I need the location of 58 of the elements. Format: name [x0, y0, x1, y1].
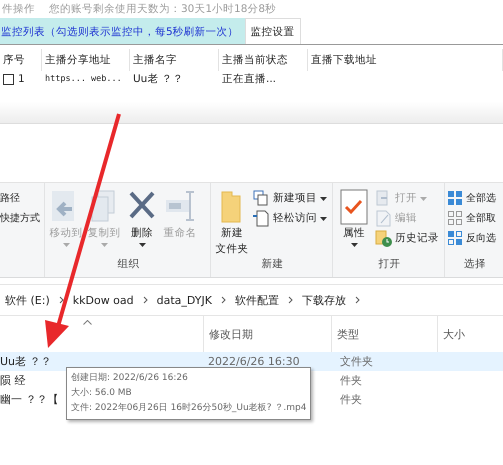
column-header[interactable]: 主播当前状态 — [219, 49, 308, 71]
button-label: 新建 — [221, 227, 243, 241]
ribbon-button[interactable]: 新建 文件夹 — [215, 189, 249, 257]
breadcrumb-item[interactable]: kkDow oad — [72, 294, 134, 306]
ribbon-button[interactable]: 全部选 — [447, 189, 496, 208]
breadcrumb-item[interactable]: 软件 (E:) — [5, 292, 50, 308]
button-label: 文件夹 — [216, 242, 248, 256]
ribbon-button[interactable]: 反向选 — [447, 229, 496, 248]
table-cell: https... web... — [45, 74, 122, 84]
table-cell: 正在直播... — [222, 72, 276, 86]
chevron-icon — [354, 296, 360, 304]
ribbon-button[interactable]: 删除 — [125, 189, 159, 257]
group-label: 选择 — [463, 257, 487, 272]
checkbox[interactable] — [3, 74, 14, 84]
table-cell: 文件夹 — [340, 355, 373, 368]
table-cell: Uu老 ？？ — [133, 72, 184, 86]
tooltip-text: 大小: 56.0 MB — [71, 386, 132, 400]
page-icon — [253, 210, 270, 227]
chevron-icon — [288, 296, 293, 304]
ribbon-button[interactable]: 历史记录 — [375, 229, 439, 248]
table-cell: Uu老 ？？ — [0, 355, 52, 368]
ribbon-button[interactable]: 新建项目 — [253, 189, 327, 208]
select-none-icon — [447, 210, 464, 227]
checklist-icon — [338, 189, 370, 225]
group-label: 新建 — [260, 257, 284, 272]
edit-icon — [375, 210, 392, 227]
column-header[interactable]: 序号 — [0, 49, 42, 71]
column-header[interactable]: 大小 — [438, 316, 503, 352]
table-cell: 2022/6/26 16:30 — [208, 355, 300, 368]
chevron-icon — [220, 296, 226, 304]
invert-selection-icon — [447, 230, 464, 247]
breadcrumb-item[interactable]: 软件配置 — [234, 292, 279, 308]
tab[interactable]: 监控设置 — [244, 18, 301, 44]
history-icon — [375, 230, 392, 247]
chevron-icon — [58, 296, 64, 304]
sort-caret-icon — [83, 320, 92, 325]
ribbon-button[interactable]: 快捷方式 — [0, 209, 40, 228]
ribbon-button[interactable]: 轻松访问 — [253, 209, 327, 228]
column-header[interactable]: 直播下载地址 — [308, 49, 503, 71]
ribbon-button[interactable]: 全部取 — [447, 209, 496, 228]
account-info: 您的账号剩余使用天数为：30天1小时18分8秒 — [49, 2, 276, 16]
new-item-icon — [253, 190, 270, 207]
address-bar[interactable]: 软件 (E:) kkDow oad data_DYJK 软件配置 下载存放 — [0, 284, 503, 316]
column-header[interactable]: 主播分享地址 — [42, 49, 130, 71]
tooltip-text: 创建日期: 2022/6/26 16:26 — [71, 372, 188, 385]
chevron-icon — [142, 296, 148, 304]
ribbon-button[interactable]: 路径 — [0, 189, 40, 208]
ribbon-button[interactable]: 属性 — [337, 189, 371, 257]
tooltip-text: 文件: 2022年06月26日 16时26分50秒_Uu老板? ？.mp4 — [71, 402, 306, 415]
select-all-icon — [447, 190, 464, 207]
group-label: 打开 — [378, 257, 402, 272]
table-cell: 1 — [18, 73, 25, 85]
column-header[interactable]: 主播名字 — [130, 49, 219, 71]
file-row[interactable]: Uu老 ？？ 2022/6/26 16:30 文件夹 — [0, 352, 503, 371]
group-label: 组织 — [116, 257, 140, 272]
tab[interactable]: 监控列表（勾选则表示监控中，每5秒刷新一次） — [0, 18, 245, 44]
breadcrumb-item[interactable]: data_DYJK — [156, 294, 212, 306]
breadcrumb-item[interactable]: 下载存放 — [302, 292, 346, 308]
